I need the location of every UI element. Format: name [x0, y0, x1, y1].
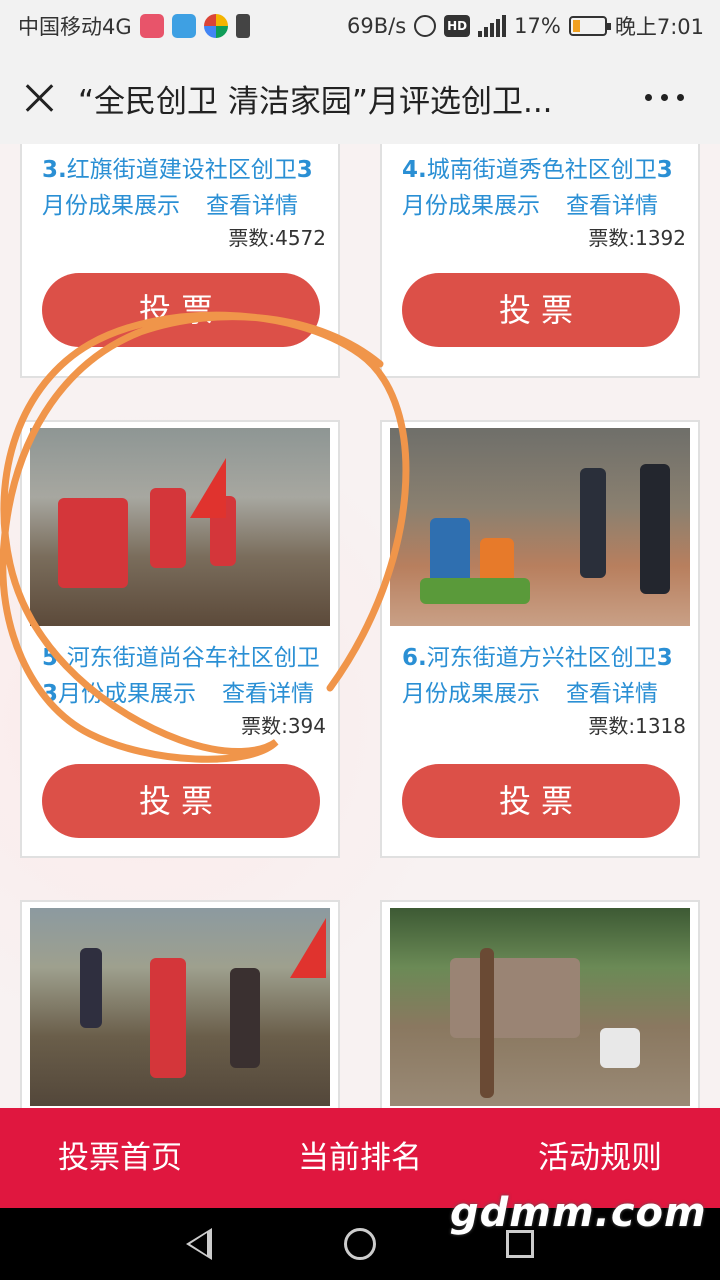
back-icon[interactable]: [186, 1228, 212, 1260]
close-icon[interactable]: [22, 80, 58, 116]
battery-icon: [568, 16, 611, 36]
screen: 中国移动4G 69B/s HD 17% 晚上7:01 “全民创卫 清洁家园”月评…: [0, 0, 720, 1280]
title-bar: “全民创卫 清洁家园”月评选创卫...: [0, 50, 720, 144]
more-options-icon[interactable]: [645, 94, 684, 101]
page-title: “全民创卫 清洁家园”月评选创卫...: [78, 84, 553, 120]
nav-current-ranking[interactable]: 当前排名: [240, 1108, 480, 1208]
watermark: gdmm.com: [450, 1190, 707, 1236]
hd-icon: HD: [444, 15, 471, 37]
heart-app-icon: [139, 14, 164, 38]
chrome-app-icon: [203, 14, 228, 38]
clock-time: 晚上7:01: [614, 15, 704, 39]
signal-icon: [478, 15, 507, 37]
circle-annotation: [0, 311, 410, 763]
status-bar: 中国移动4G 69B/s HD 17% 晚上7:01: [0, 0, 720, 50]
status-right: 69B/s HD 17% 晚上7:01: [347, 11, 704, 41]
alert-icon: [235, 14, 250, 38]
battery-percent: 17%: [514, 14, 561, 38]
alarm-clock-icon: [414, 15, 437, 37]
shield-icon: [171, 14, 196, 38]
home-icon[interactable]: [344, 1228, 376, 1260]
nav-vote-home[interactable]: 投票首页: [0, 1108, 240, 1208]
carrier-label: 中国移动4G: [18, 15, 132, 39]
status-left: 中国移动4G: [18, 11, 250, 41]
content-area[interactable]: 3.红旗街道建设社区创卫3 月份成果展示 查看详情 票数:4572 投票 4.城南…: [0, 144, 720, 1108]
network-speed: 69B/s: [346, 14, 407, 38]
